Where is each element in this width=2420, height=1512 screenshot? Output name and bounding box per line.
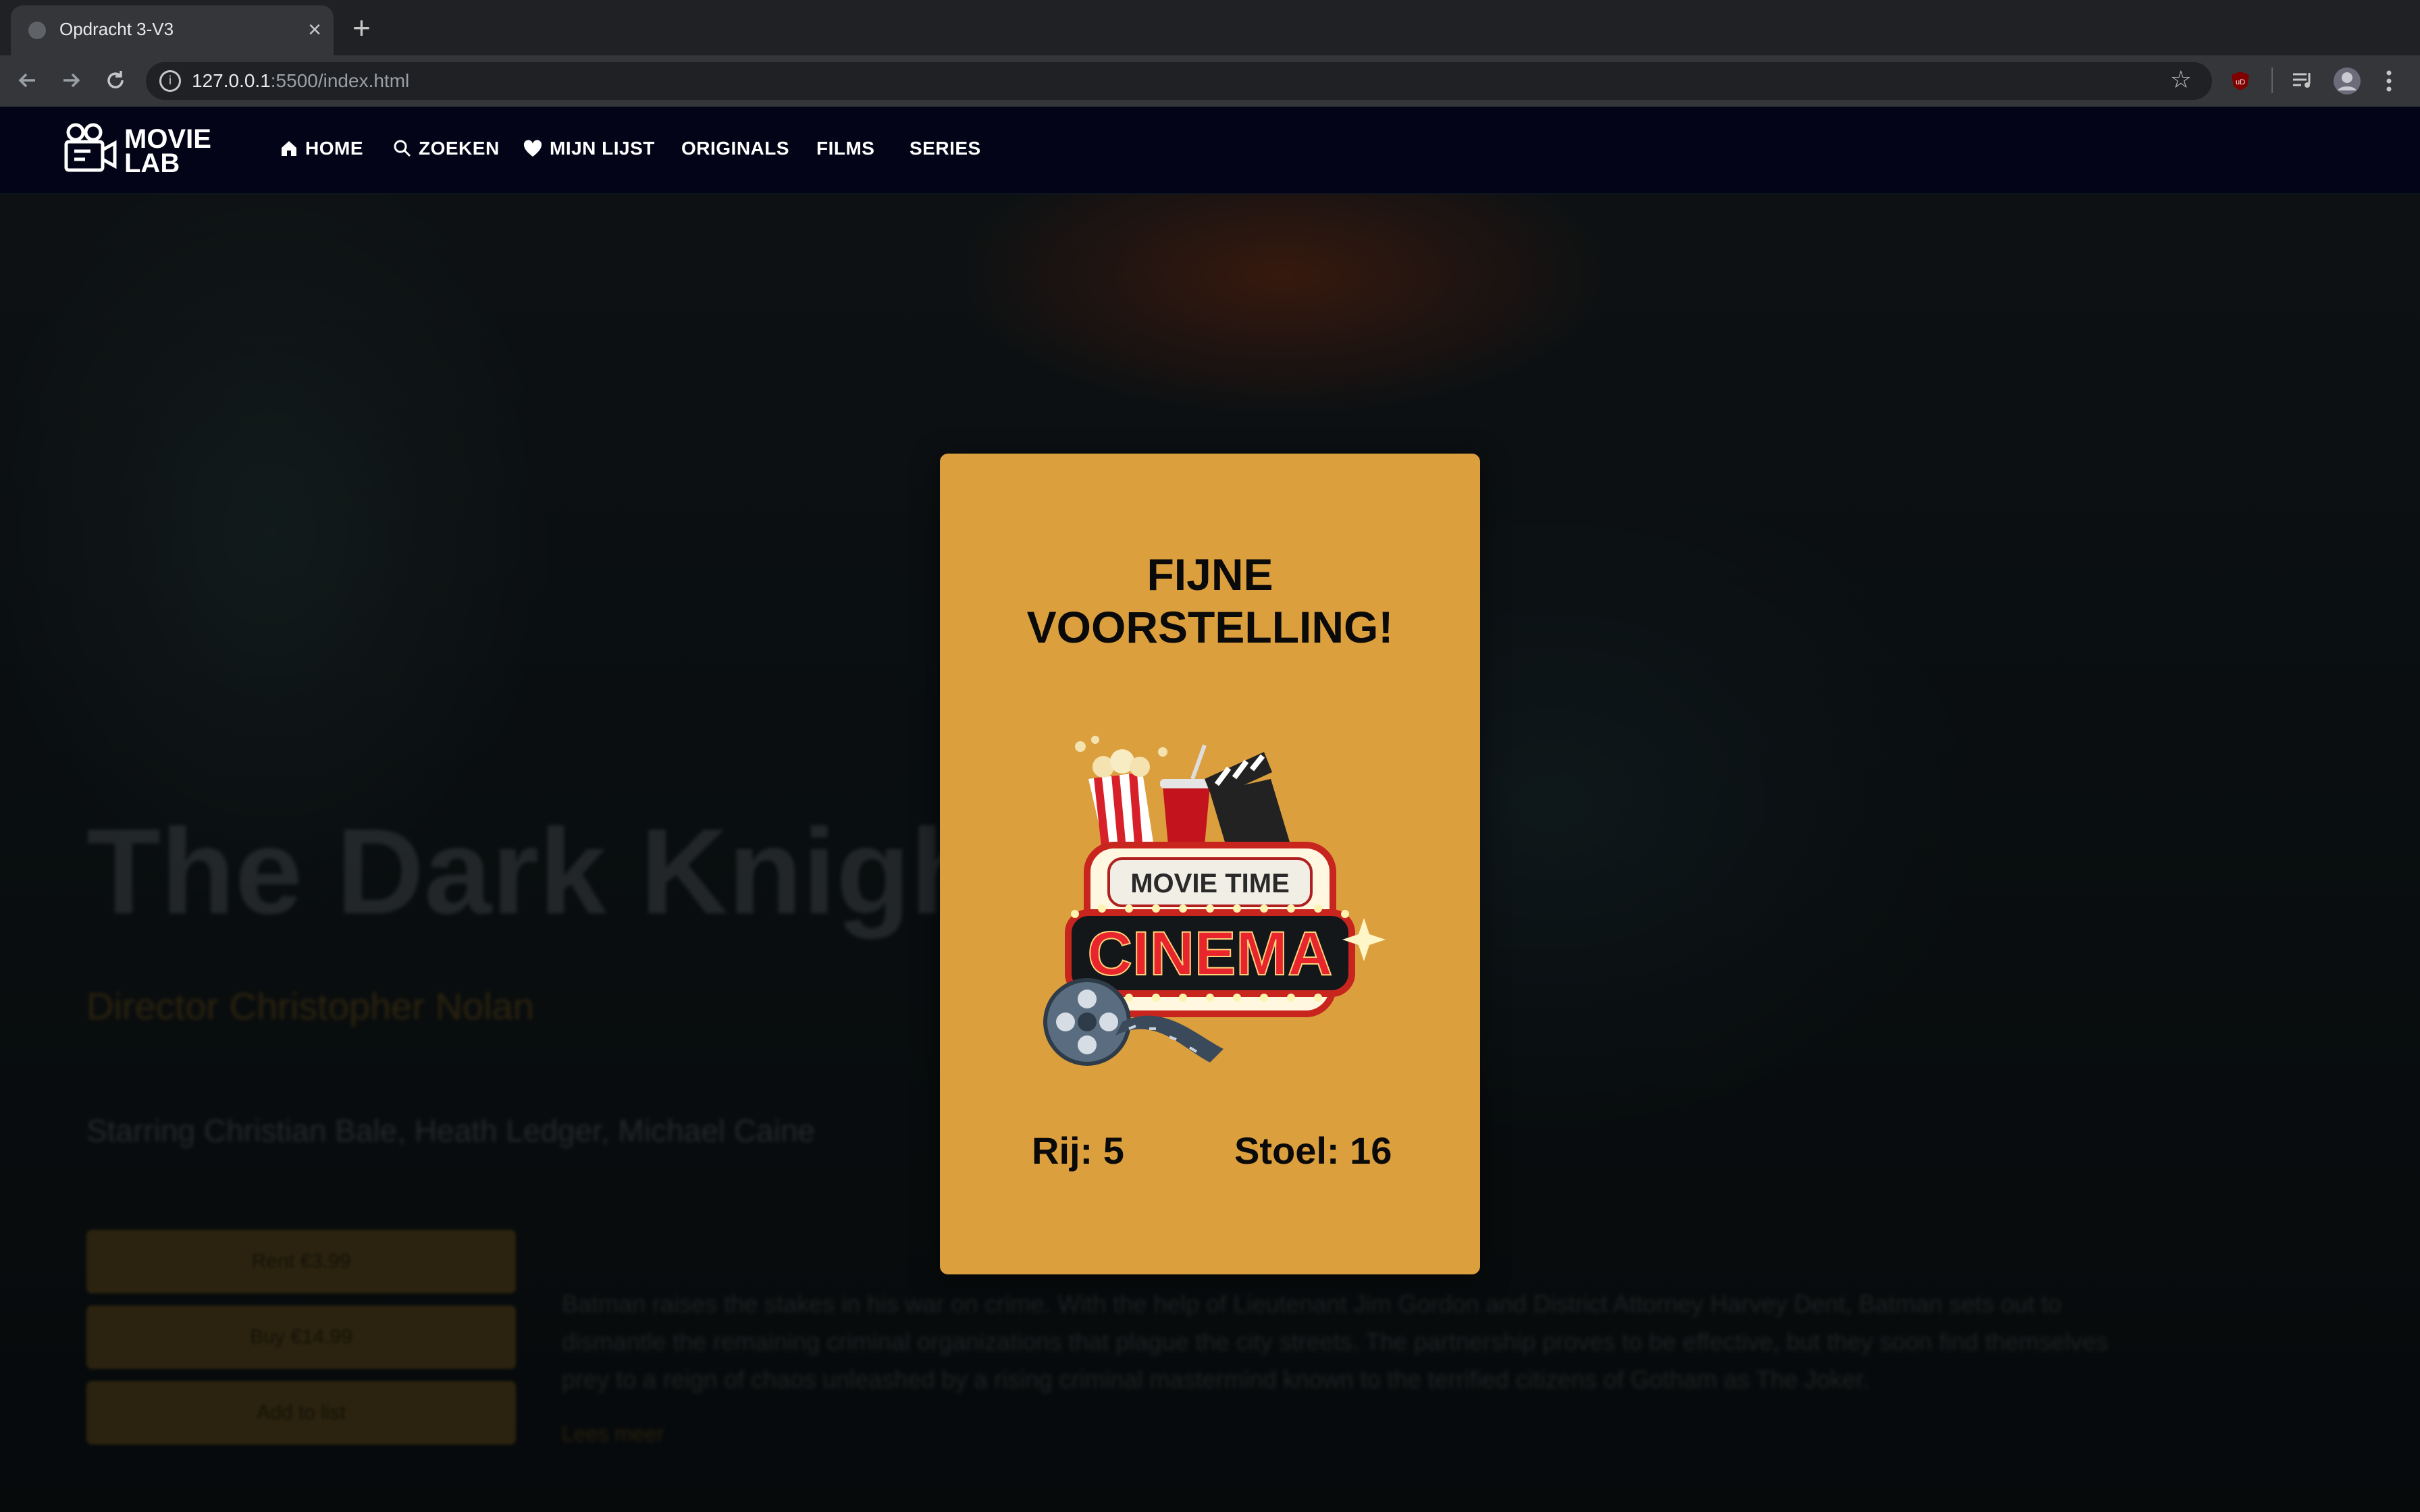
nav-series-label: SERIES — [910, 138, 981, 159]
site-navbar: MOVIE LAB HOME ZOEKEN MIJN LIJST ORIGINA… — [0, 107, 2420, 194]
seat-number: Stoel: 16 — [1234, 1129, 1392, 1172]
nav-mijn-lijst-label: MIJN LIJST — [550, 138, 655, 159]
nav-series[interactable]: SERIES — [910, 138, 981, 159]
nav-films-label: FILMS — [816, 138, 875, 159]
back-icon[interactable] — [12, 65, 43, 96]
nav-home[interactable]: HOME — [280, 138, 363, 159]
profile-avatar[interactable] — [2332, 66, 2362, 99]
nav-home-label: HOME — [305, 138, 363, 159]
globe-icon — [28, 22, 46, 39]
reload-icon[interactable] — [100, 65, 131, 96]
nav-zoeken[interactable]: ZOEKEN — [393, 138, 500, 159]
movie-time-text: MOVIE TIME — [1130, 869, 1290, 898]
site-logo[interactable]: MOVIE LAB — [124, 124, 211, 178]
nav-originals[interactable]: ORIGINALS — [681, 138, 789, 159]
address-bar[interactable]: i 127.0.0.1:5500/index.html ☆ — [146, 62, 2212, 100]
url-text: 127.0.0.1:5500/index.html — [192, 70, 410, 91]
nav-mijn-lijst[interactable]: MIJN LIJST — [523, 138, 655, 159]
forward-icon[interactable] — [55, 65, 86, 96]
browser-tab[interactable]: Opdracht 3-V3 × — [11, 5, 334, 55]
ublock-badge: uD — [2236, 78, 2245, 86]
modal-title: FIJNE VOORSTELLING! — [1026, 549, 1394, 652]
browser-tabstrip: Opdracht 3-V3 × + — [0, 0, 2420, 55]
ticket-modal: FIJNE VOORSTELLING! MOVIE TIME CINEMA Ri… — [940, 454, 1480, 1274]
toolbar-divider — [2271, 68, 2273, 93]
logo-line-1: MOVIE — [124, 124, 211, 154]
info-icon[interactable]: i — [159, 70, 181, 92]
cinema-text: CINEMA — [1088, 919, 1333, 988]
nav-zoeken-label: ZOEKEN — [419, 138, 500, 159]
nav-films[interactable]: FILMS — [816, 138, 875, 159]
projector-logo-icon[interactable] — [62, 122, 119, 178]
ublock-icon[interactable]: uD — [2230, 70, 2251, 95]
home-icon — [282, 141, 296, 156]
search-icon — [394, 140, 411, 157]
row-number: Rij: 5 — [1032, 1129, 1124, 1172]
menu-kebab-icon[interactable] — [2384, 66, 2394, 99]
bookmark-star-icon[interactable]: ☆ — [2170, 66, 2192, 94]
close-icon[interactable]: × — [308, 16, 321, 43]
heart-icon — [523, 140, 542, 157]
movie-time-cinema-image: MOVIE TIME CINEMA — [1043, 736, 1386, 1066]
browser-toolbar: i 127.0.0.1:5500/index.html ☆ uD — [0, 55, 2420, 107]
nav-originals-label: ORIGINALS — [681, 138, 790, 159]
tab-title: Opdracht 3-V3 — [59, 19, 174, 39]
logo-line-2: LAB — [124, 148, 180, 178]
new-tab-icon[interactable]: + — [352, 12, 371, 43]
media-queue-icon[interactable] — [2292, 70, 2315, 95]
